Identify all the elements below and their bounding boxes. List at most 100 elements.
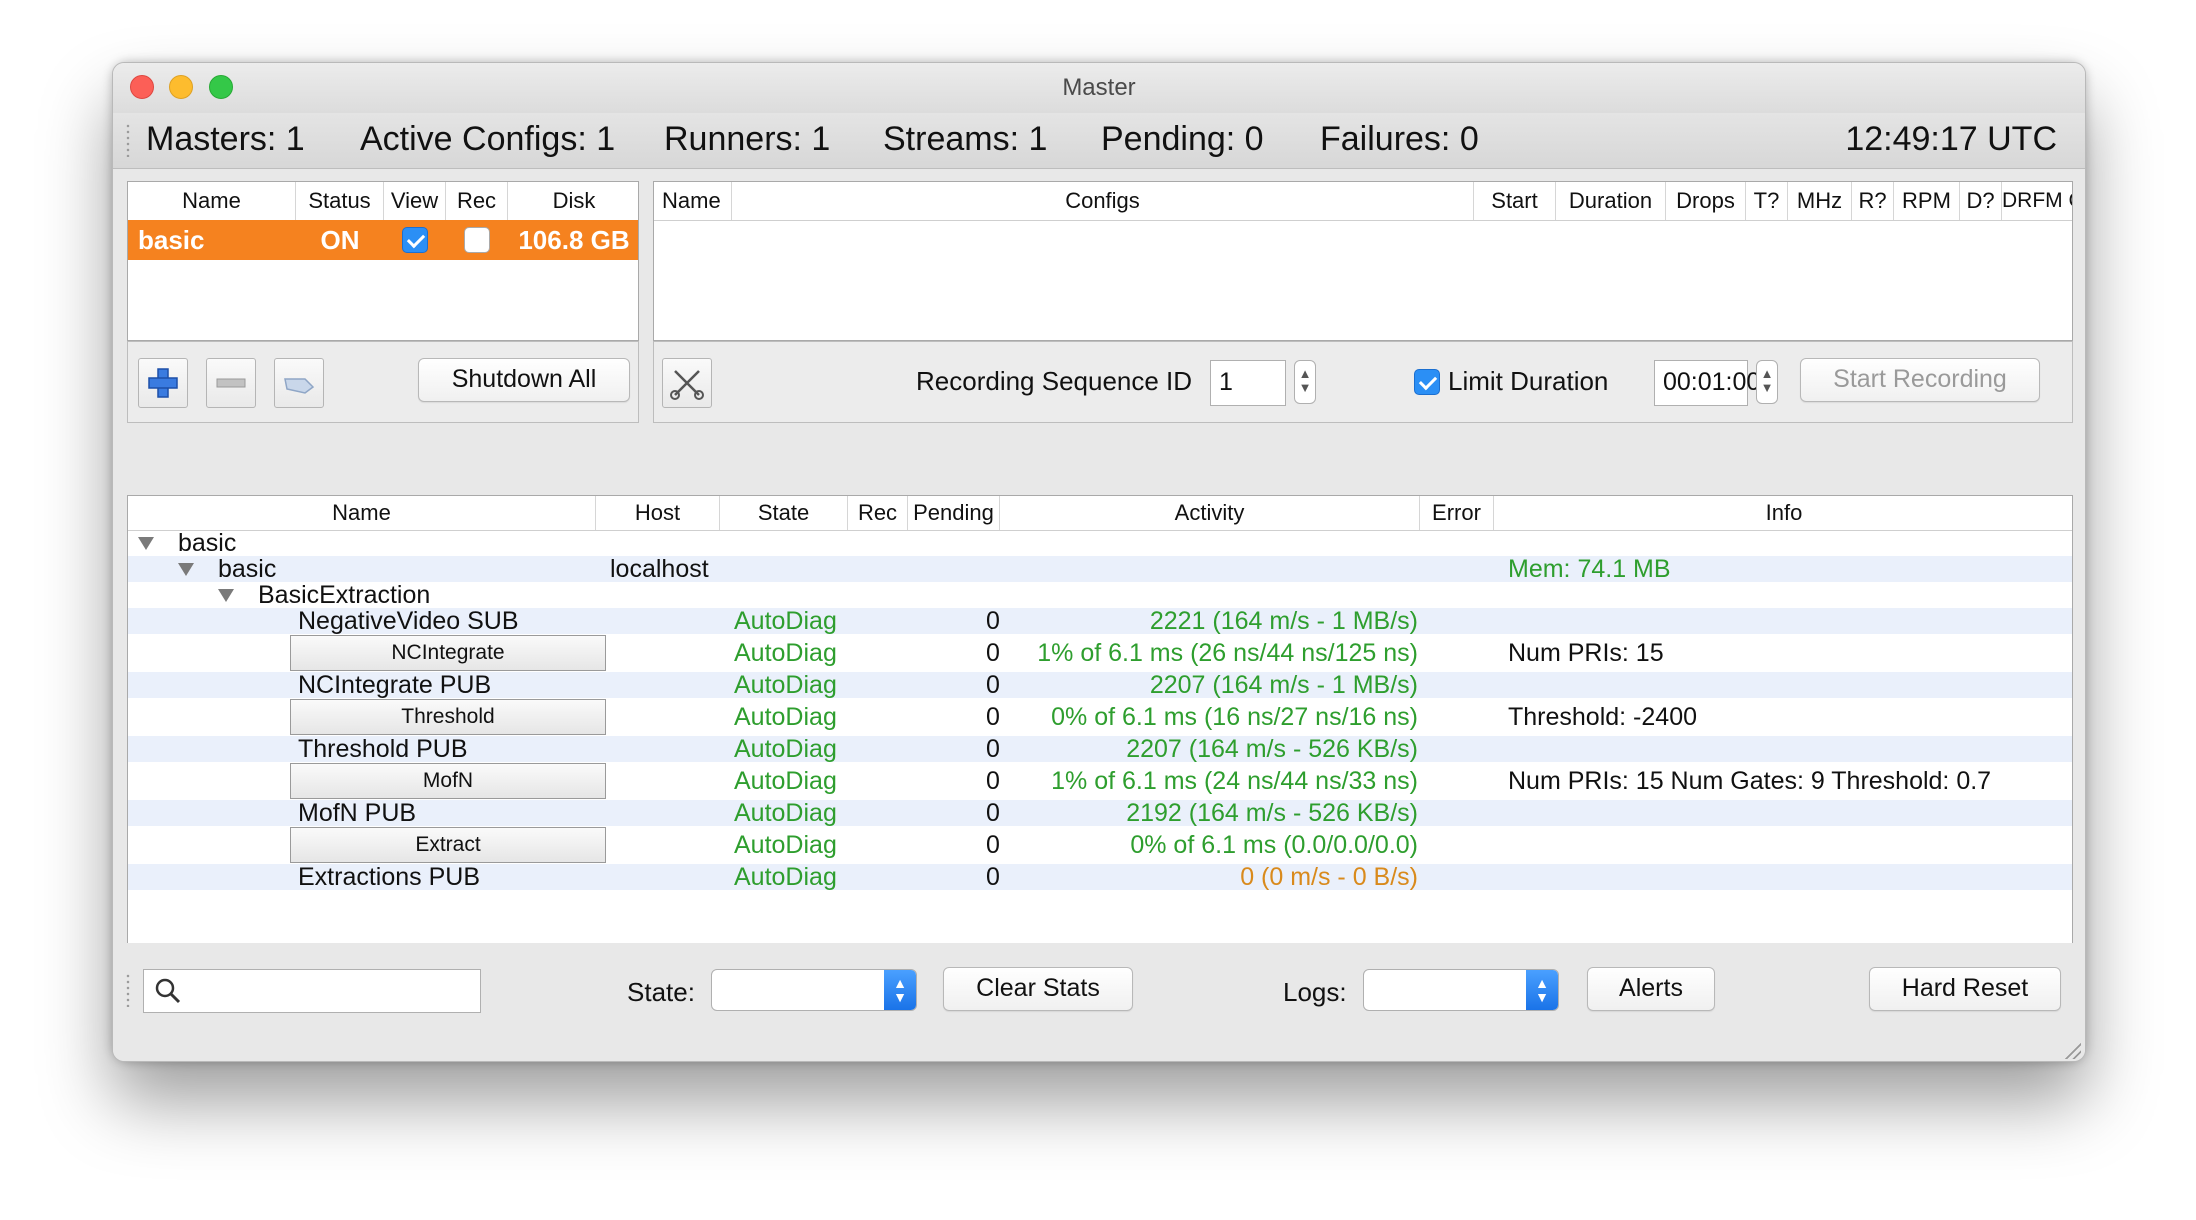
table-row[interactable]: Extractions PUB AutoDiag 0 0 (0 m/s - 0 … [128,864,2072,890]
col-status[interactable]: Status [296,182,384,220]
stats-bar: Masters: 1 Active Configs: 1 Runners: 1 … [113,113,2085,169]
pencil-icon [284,378,315,394]
col-rec-name[interactable]: Name [654,182,732,220]
col-host[interactable]: Host [596,496,720,530]
col-rec[interactable]: Rec [446,182,508,220]
recording-seq-label: Recording Sequence ID [916,366,1193,396]
col-d[interactable]: D? [1960,182,2002,220]
stream-pending: 0 [986,671,1000,699]
processor-chip[interactable]: Threshold [290,699,606,735]
stream-pending: 0 [986,863,1000,891]
stream-state: AutoDiag [734,863,837,891]
clear-stats-button[interactable]: Clear Stats [943,967,1133,1011]
runners-tree-table: Name Host State Rec Pending Activity Err… [127,495,2073,999]
recording-toolbar: Recording Sequence ID 1 ▲ ▼ Limit Duratio… [653,341,2073,423]
col-disk[interactable]: Disk [508,182,638,220]
col-activity[interactable]: Activity [1000,496,1420,530]
col-pending[interactable]: Pending [908,496,1000,530]
processor-activity: 1% of 6.1 ms (26 ns/44 ns/125 ns) [1037,639,1418,667]
disclosure-triangle-icon[interactable] [218,589,234,602]
processor-state: AutoDiag [734,703,837,731]
logs-label: Logs: [1283,977,1347,1007]
col-view[interactable]: View [384,182,446,220]
config-row-selected[interactable]: basic ON 106.8 GB [128,220,638,260]
table-row[interactable]: MofN AutoDiag 0 1% of 6.1 ms (24 ns/44 n… [128,763,2072,799]
stream-activity: 0 (0 m/s - 0 B/s) [1240,863,1418,891]
tools-button[interactable] [662,358,712,408]
view-checkbox[interactable] [402,227,428,253]
bottom-bar: State: ▲ ▼ Clear Stats Logs: ▲ ▼ Alerts Ha… [113,943,2085,1061]
duration-stepper[interactable]: ▲ ▼ [1756,360,1778,404]
table-row[interactable]: Extract AutoDiag 0 0% of 6.1 ms (0.0/0.0… [128,827,2072,863]
stream-state: AutoDiag [734,607,837,635]
hard-reset-button[interactable]: Hard Reset [1869,967,2061,1011]
processor-chip[interactable]: MofN [290,763,606,799]
recording-seq-input[interactable]: 1 [1210,360,1286,406]
state-dropdown[interactable]: ▲ ▼ [711,969,917,1011]
col-r[interactable]: R? [1852,182,1894,220]
remove-config-button[interactable] [206,358,256,408]
duration-input[interactable]: 00:01:00 [1654,360,1760,406]
col-start[interactable]: Start [1474,182,1556,220]
disclosure-triangle-icon[interactable] [178,563,194,576]
col-name[interactable]: Name [128,182,296,220]
masters-count: Masters: 1 [146,120,305,158]
tree-row-root[interactable]: basic [128,530,2072,556]
processor-info: Threshold: -2400 [1508,703,1698,731]
processor-state: AutoDiag [734,639,837,667]
seq-stepper[interactable]: ▲ ▼ [1294,360,1316,404]
col-drops[interactable]: Drops [1666,182,1746,220]
chevron-updown-icon: ▲ ▼ [1526,970,1558,1010]
table-row[interactable]: Threshold PUB AutoDiag 0 2207 (164 m/s -… [128,736,2072,762]
table-row[interactable]: NCIntegrate PUB AutoDiag 0 2207 (164 m/s… [128,672,2072,698]
stream-activity: 2221 (164 m/s - 1 MB/s) [1149,607,1418,635]
utc-clock: 12:49:17 UTC [1845,120,2057,158]
search-input[interactable] [143,969,481,1013]
rec-checkbox[interactable] [464,227,490,253]
config-node-name: BasicExtraction [258,581,431,609]
table-row[interactable]: Threshold AutoDiag 0 0% of 6.1 ms (16 ns… [128,699,2072,735]
col-tree-name[interactable]: Name [128,496,596,530]
title-bar: Master [113,63,2085,113]
col-duration[interactable]: Duration [1556,182,1666,220]
col-mhz[interactable]: MHz [1788,182,1852,220]
scissors-icon [670,370,704,400]
shutdown-all-button[interactable]: Shutdown All [418,358,630,402]
col-configs[interactable]: Configs [732,182,1474,220]
resize-grip-icon[interactable] [2063,1041,2081,1059]
toolbar-grip[interactable] [125,123,131,157]
bottom-grip[interactable] [125,973,131,1007]
logs-dropdown[interactable]: ▲ ▼ [1363,969,1559,1011]
processor-chip[interactable]: NCIntegrate [290,635,606,671]
table-row[interactable]: NegativeVideo SUB AutoDiag 0 2221 (164 m… [128,608,2072,634]
table-row[interactable]: MofN PUB AutoDiag 0 2192 (164 m/s - 526 … [128,800,2072,826]
processor-chip[interactable]: Extract [290,827,606,863]
col-rpm[interactable]: RPM [1894,182,1960,220]
start-recording-button[interactable]: Start Recording [1800,358,2040,402]
processor-info: Num PRIs: 15 [1508,639,1664,667]
processor-state: AutoDiag [734,767,837,795]
stream-name: Extractions PUB [298,863,481,891]
search-icon [155,978,181,1004]
col-tree-rec[interactable]: Rec [848,496,908,530]
tree-row-config[interactable]: BasicExtraction [128,582,2072,608]
tree-row-runner[interactable]: basic localhost Mem: 74.1 MB [128,556,2072,582]
col-drfm-config[interactable]: DRFM Config [2002,182,2072,220]
edit-config-button[interactable] [274,358,324,408]
col-t[interactable]: T? [1746,182,1788,220]
col-error[interactable]: Error [1420,496,1494,530]
processor-pending: 0 [986,831,1000,859]
processor-info: Num PRIs: 15 Num Gates: 9 Threshold: 0.7 [1508,767,1992,795]
col-state[interactable]: State [720,496,848,530]
col-info[interactable]: Info [1494,496,2072,530]
configs-toolbar: Shutdown All [127,341,639,423]
minus-icon [216,378,246,388]
configs-table: Name Status View Rec Disk basic ON 106.8… [127,181,639,341]
stream-state: AutoDiag [734,735,837,763]
limit-duration-checkbox[interactable] [1414,369,1440,395]
disclosure-triangle-icon[interactable] [138,537,154,550]
stream-state: AutoDiag [734,671,837,699]
table-row[interactable]: NCIntegrate AutoDiag 0 1% of 6.1 ms (26 … [128,635,2072,671]
add-config-button[interactable] [138,358,188,408]
alerts-button[interactable]: Alerts [1587,967,1715,1011]
